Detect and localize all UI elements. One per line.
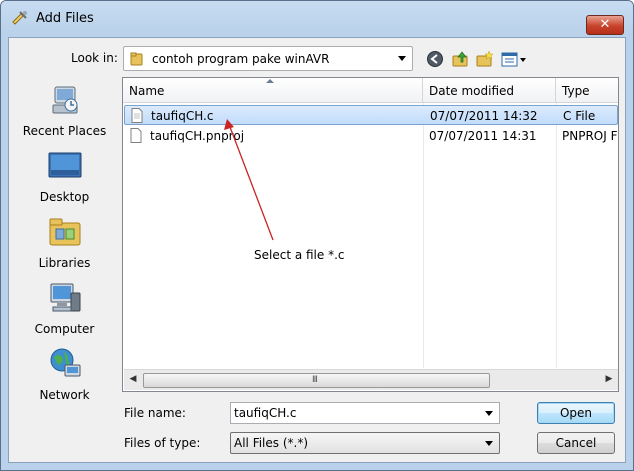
close-icon: ✕ [599,17,611,32]
files-of-type-dropdown[interactable]: All Files (*.*) [230,432,500,454]
file-type: C File [563,109,596,123]
scroll-right-icon[interactable]: ▶ [602,374,616,387]
annotation-label: Select a file *.c [254,248,345,262]
open-button[interactable]: Open [537,402,615,424]
add-files-app-icon [12,11,27,25]
file-date: 07/07/2011 14:32 [430,109,538,123]
file-name-value: taufiqCH.c [234,406,297,420]
title-bar: Add Files ✕ [1,1,633,35]
libraries-icon [49,218,80,246]
place-desktop[interactable]: Desktop [13,149,116,204]
scrollbar-thumb[interactable]: III [143,373,490,388]
place-recent-places[interactable]: Recent Places [13,83,116,138]
file-type: PNPROJ F [562,129,618,143]
back-icon[interactable] [426,50,444,68]
place-label: Desktop [39,190,90,204]
file-name-input[interactable]: taufiqCH.c [230,402,500,424]
view-menu-icon[interactable] [501,50,529,68]
folder-icon [130,52,143,66]
recent-places-icon [52,86,77,114]
place-label: Network [39,388,90,402]
add-files-dialog: Add Files ✕ Look in: contoh program pake… [0,0,634,471]
column-header-type[interactable]: Type [556,78,618,103]
files-of-type-value: All Files (*.*) [234,436,309,450]
place-network[interactable]: Network [13,347,116,402]
column-header-date-modified[interactable]: Date modified [423,78,556,103]
chevron-down-icon[interactable] [485,411,493,416]
dialog-body: Look in: contoh program pake winAVR Rece… [8,37,626,463]
file-list[interactable]: Name Date modified Type taufiqCH.c 07/07… [122,77,619,392]
look-in-dropdown[interactable]: contoh program pake winAVR [123,46,413,71]
place-label: Libraries [38,256,91,270]
computer-icon [50,283,80,312]
look-in-label: Look in: [71,51,118,65]
window-title: Add Files [36,11,94,26]
look-in-value: contoh program pake winAVR [152,52,330,66]
chevron-down-icon[interactable] [398,56,406,61]
place-libraries[interactable]: Libraries [13,215,116,270]
files-of-type-label: Files of type: [124,436,201,450]
grip-icon: III [312,375,318,385]
places-bar: Recent Places Desktop Libraries Computer… [13,77,116,402]
file-date: 07/07/2011 14:31 [429,129,537,143]
close-button[interactable]: ✕ [586,15,624,35]
place-label: Recent Places [22,124,107,138]
place-computer[interactable]: Computer [13,281,116,336]
desktop-icon [48,152,81,178]
place-label: Computer [34,322,95,336]
cancel-button[interactable]: Cancel [537,432,615,454]
file-name-label: File name: [124,406,186,420]
network-icon [50,348,80,377]
up-folder-icon[interactable] [452,50,470,68]
horizontal-scrollbar[interactable]: ◀ III ▶ [124,369,618,390]
new-folder-icon[interactable] [476,50,494,68]
chevron-down-icon[interactable] [485,441,493,446]
scroll-left-icon[interactable]: ◀ [126,374,140,387]
